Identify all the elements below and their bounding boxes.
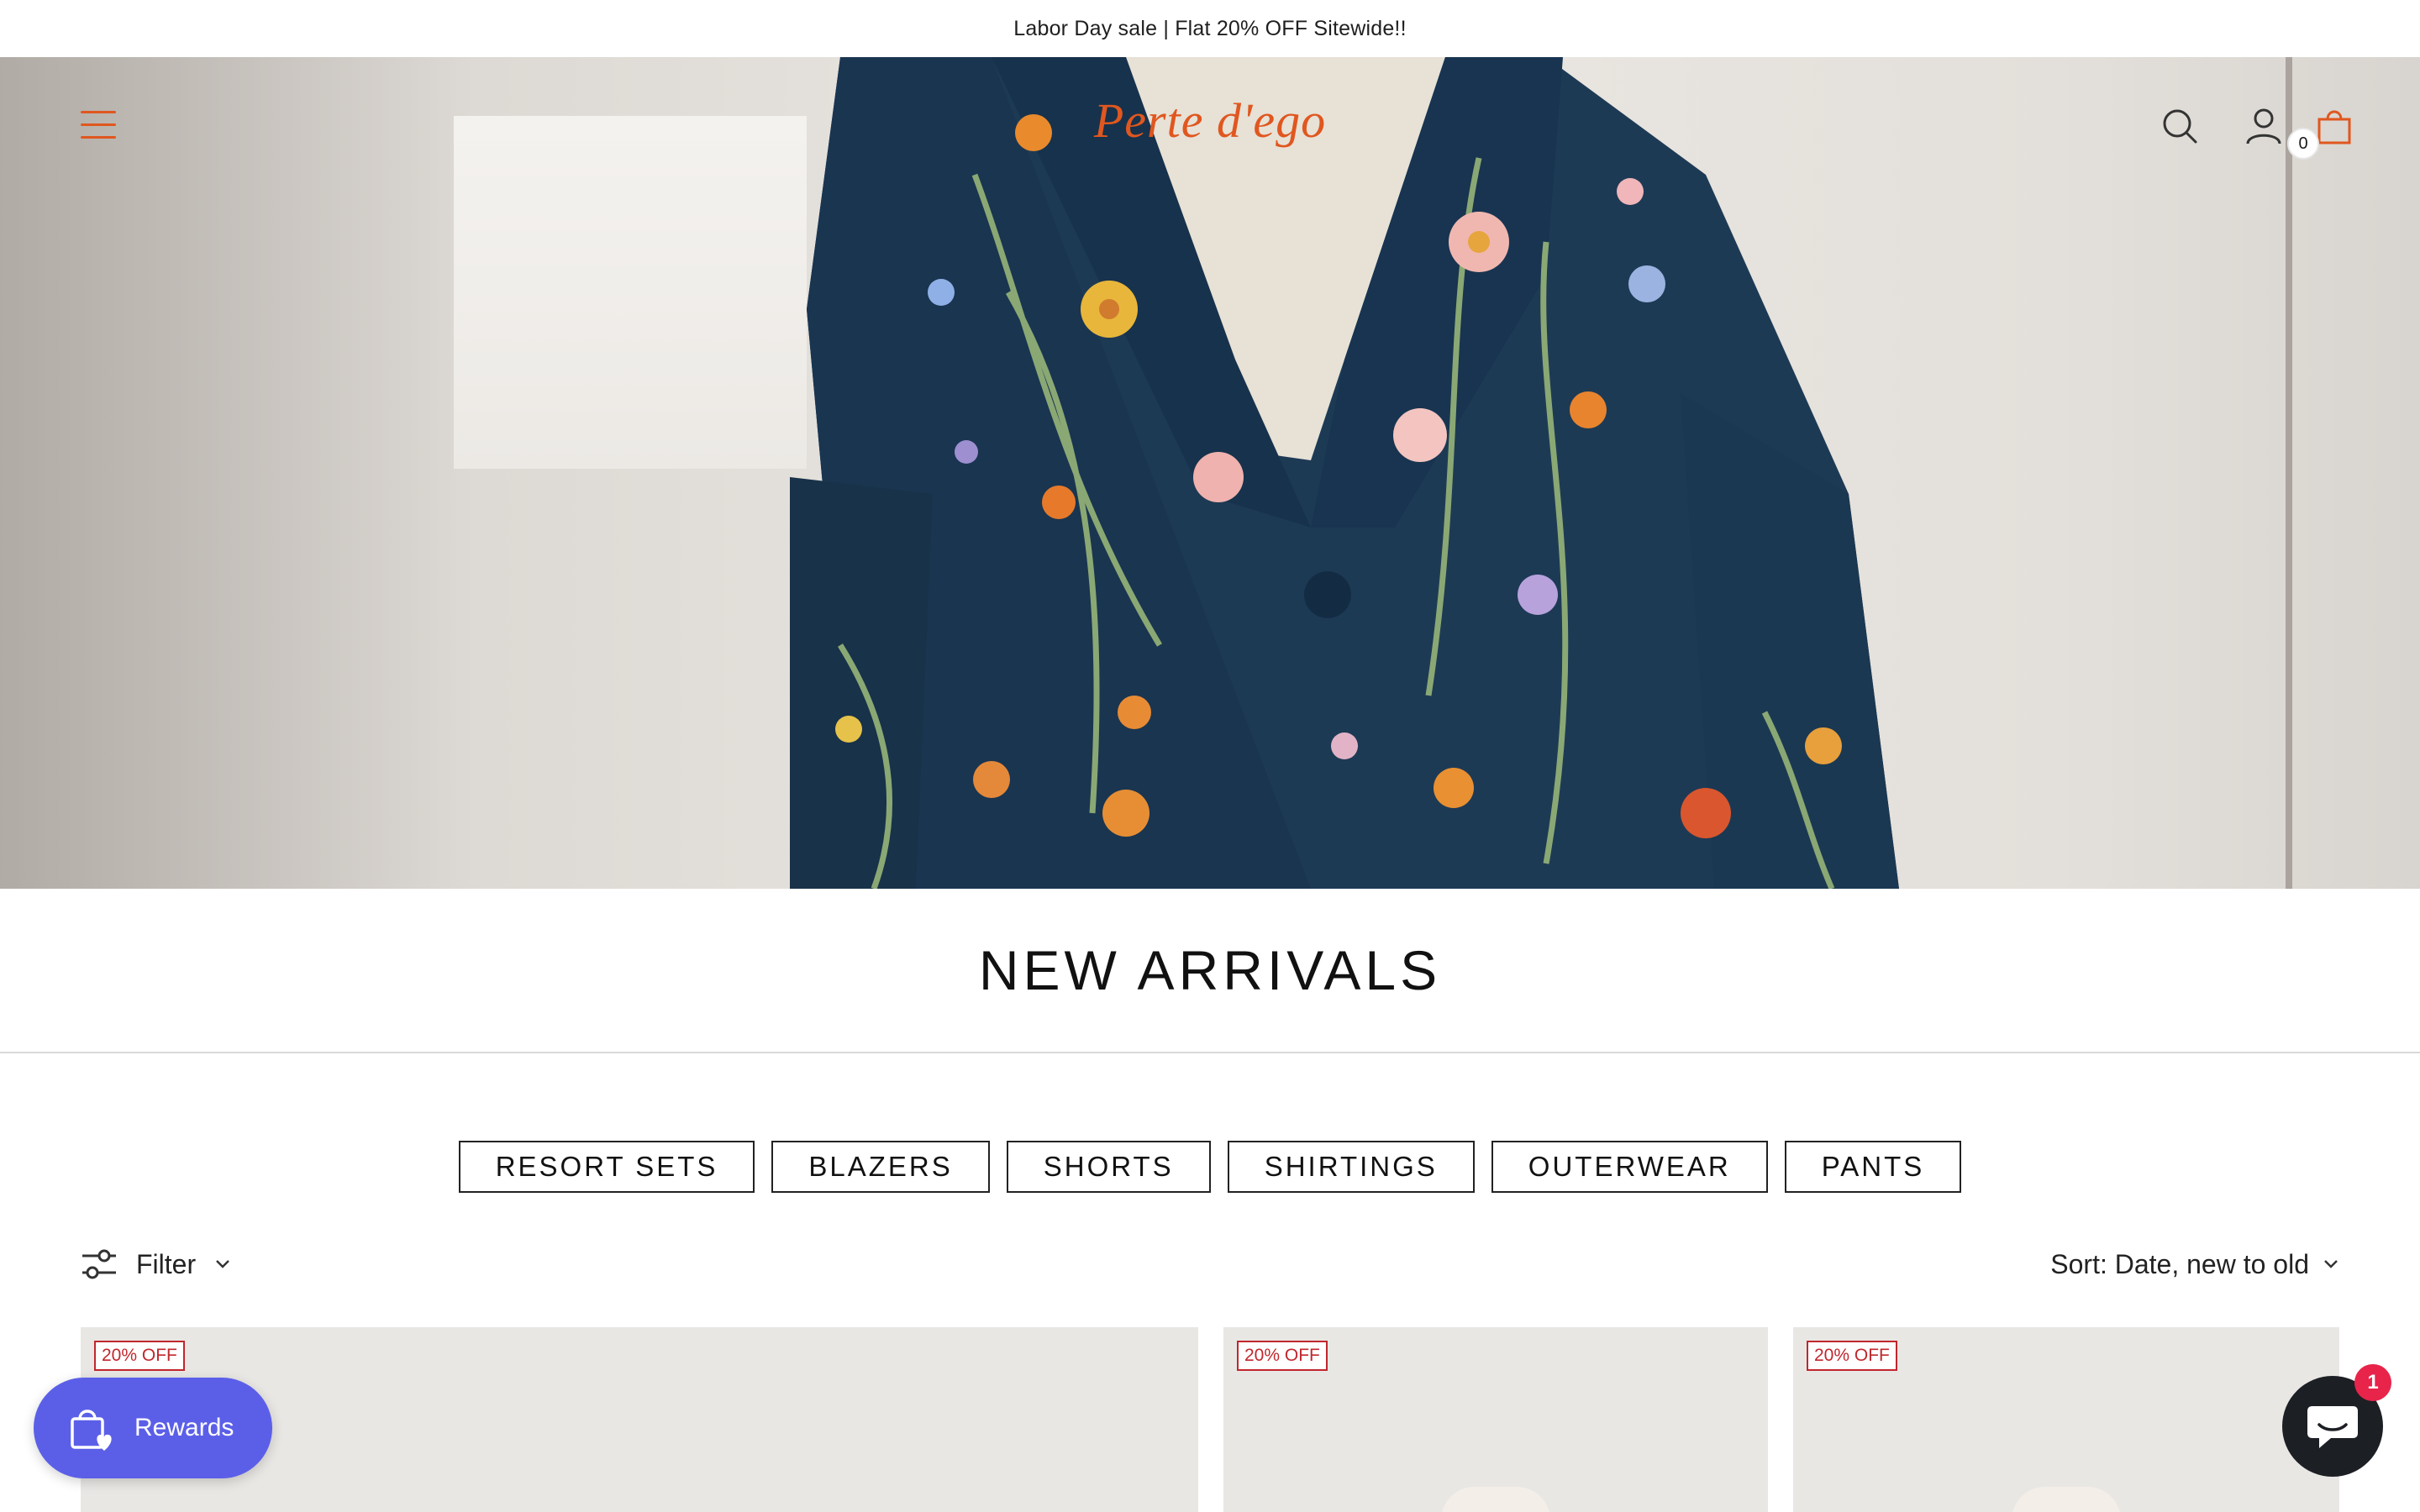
account-icon[interactable] xyxy=(2245,108,2282,144)
category-chip-blazers[interactable]: BLAZERS xyxy=(771,1141,990,1193)
rewards-button[interactable]: Rewards xyxy=(34,1378,272,1478)
hamburger-icon[interactable] xyxy=(81,111,116,139)
discount-badge: 20% OFF xyxy=(1237,1341,1328,1371)
sort-label: Sort: Date, new to old xyxy=(2050,1248,2309,1279)
category-chip-shorts[interactable]: SHORTS xyxy=(1006,1141,1211,1193)
announcement-text: Labor Day sale | Flat 20% OFF Sitewide!! xyxy=(1013,16,1407,40)
bag-icon[interactable] xyxy=(2316,108,2353,144)
cart-count-badge: 0 xyxy=(2287,128,2319,160)
product-image xyxy=(1441,1487,1550,1512)
chat-bubble-icon xyxy=(2307,1406,2358,1448)
chevron-down-icon xyxy=(216,1260,229,1268)
site-logo[interactable]: Perte d'ego xyxy=(1008,92,1412,149)
shopping-bag-heart-icon xyxy=(71,1410,112,1451)
search-icon[interactable] xyxy=(2161,108,2198,144)
rewards-label: Rewards xyxy=(134,1414,234,1441)
category-chip-resort-sets[interactable]: RESORT SETS xyxy=(458,1141,755,1193)
sliders-icon xyxy=(82,1249,116,1279)
category-chip-shirtings[interactable]: SHIRTINGS xyxy=(1227,1141,1475,1193)
sort-dropdown[interactable]: Sort: Date, new to old xyxy=(2050,1243,2339,1285)
product-card[interactable]: 20% OFF xyxy=(1223,1327,1768,1512)
category-chips: RESORT SETS BLAZERS SHORTS SHIRTINGS OUT… xyxy=(0,1141,2420,1193)
product-card[interactable]: 20% OFF xyxy=(1793,1327,2339,1512)
page-title: NEW ARRIVALS xyxy=(0,889,2420,1053)
category-chip-pants[interactable]: PANTS xyxy=(1784,1141,1962,1193)
product-image xyxy=(2012,1487,2121,1512)
discount-badge: 20% OFF xyxy=(1807,1341,1897,1371)
filter-label: Filter xyxy=(136,1248,197,1279)
category-chip-outerwear[interactable]: OUTERWEAR xyxy=(1491,1141,1768,1193)
announcement-bar: Labor Day sale | Flat 20% OFF Sitewide!! xyxy=(0,0,2420,57)
chevron-down-icon xyxy=(2324,1260,2338,1268)
filter-button[interactable]: Filter xyxy=(81,1243,231,1285)
discount-badge: 20% OFF xyxy=(94,1341,185,1371)
chat-unread-badge: 1 xyxy=(2354,1364,2391,1401)
